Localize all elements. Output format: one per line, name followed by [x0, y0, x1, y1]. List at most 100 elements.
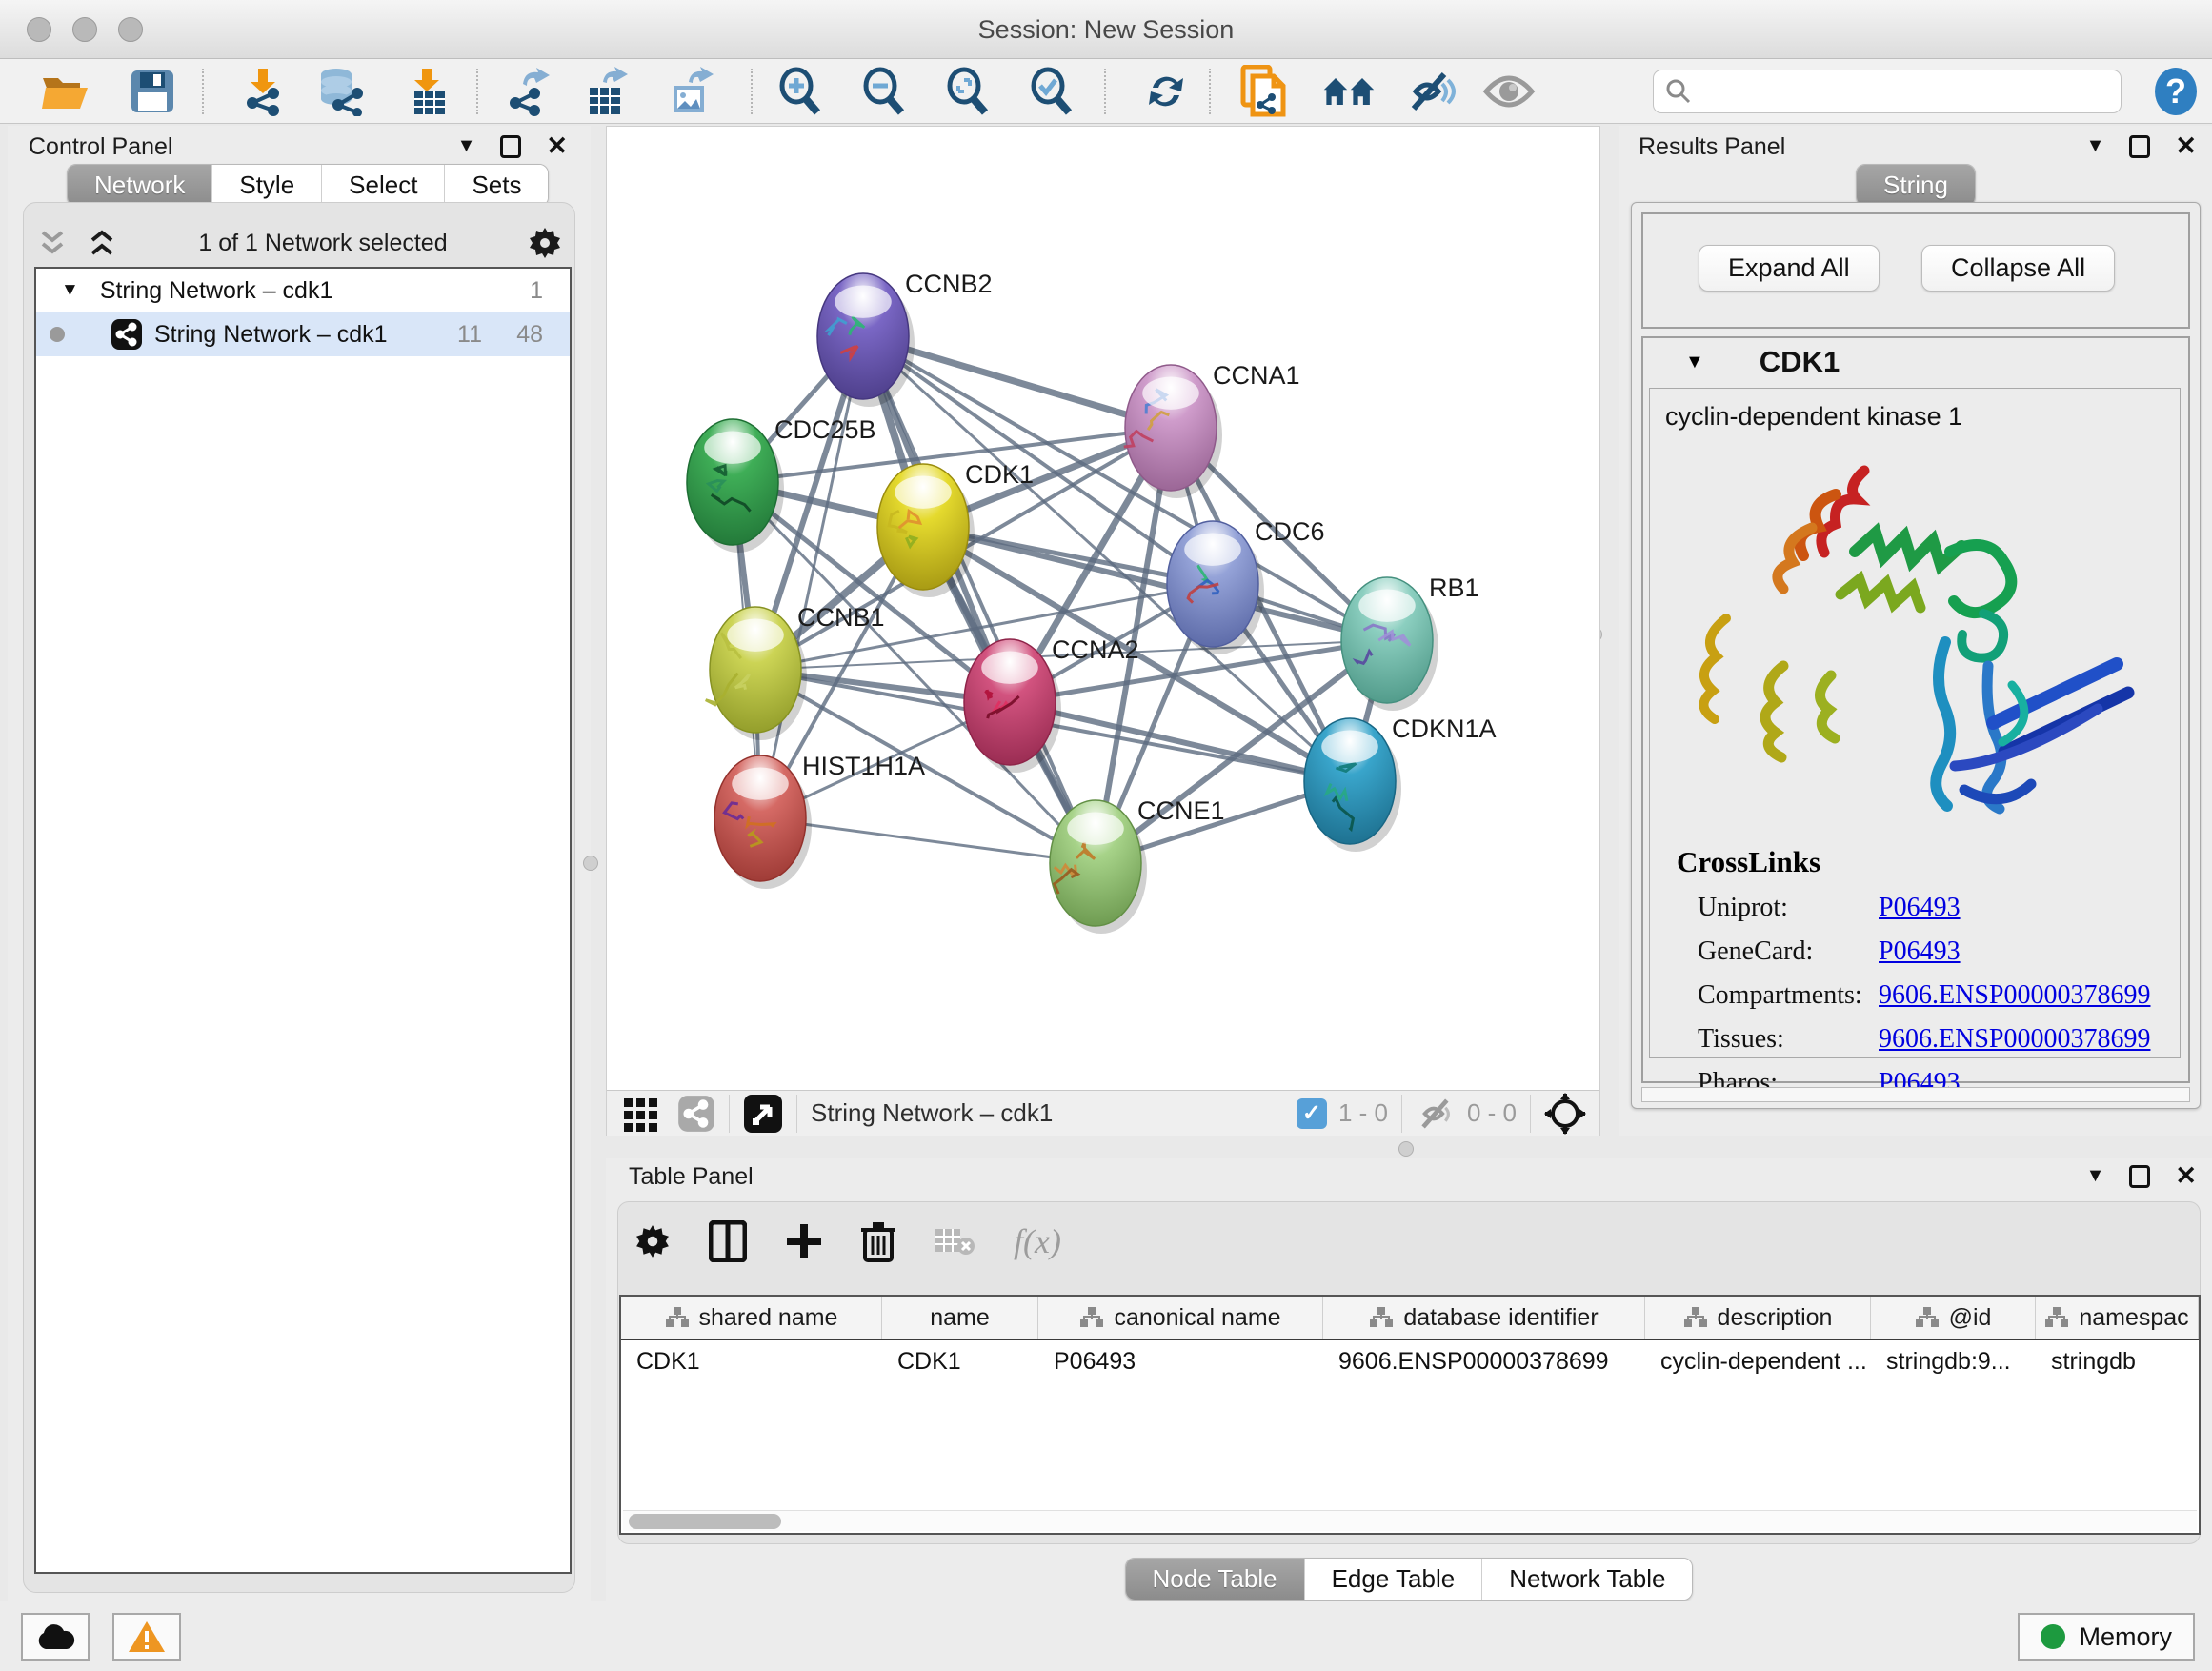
crosslink-link[interactable]: P06493: [1879, 893, 1961, 923]
network-node-CCNE1[interactable]: CCNE1: [1050, 796, 1225, 934]
close-panel-icon[interactable]: ✕: [2175, 131, 2197, 161]
network-collection-row[interactable]: ▼ String Network – cdk1 1: [36, 269, 570, 312]
network-node-CDKN1A[interactable]: CDKN1A: [1304, 715, 1497, 852]
network-canvas[interactable]: CCNB2CCNA1CDC25BCDK1CDC6RB1CCNB1CCNA2CDK…: [607, 127, 1599, 1090]
column-header-database-identifier[interactable]: database identifier: [1323, 1297, 1645, 1339]
table-gear-icon[interactable]: [634, 1223, 671, 1259]
table-row[interactable]: CDK1CDK1P064939606.ENSP00000378699cyclin…: [621, 1340, 2199, 1382]
tab-node-table[interactable]: Node Table: [1126, 1559, 1305, 1600]
network-node-RB1[interactable]: RB1: [1341, 574, 1479, 711]
show-eye-icon[interactable]: [1482, 67, 1536, 116]
results-horizontal-scrollbar[interactable]: [1641, 1087, 2190, 1102]
expand-all-icon[interactable]: [86, 229, 118, 257]
tab-edge-table[interactable]: Edge Table: [1305, 1559, 1483, 1600]
panel-menu-icon[interactable]: ▼: [457, 135, 476, 157]
birdseye-view-icon[interactable]: [743, 1094, 783, 1134]
warning-status-button[interactable]: [112, 1613, 181, 1661]
float-panel-icon[interactable]: [2129, 135, 2150, 158]
expand-all-button[interactable]: Expand All: [1699, 245, 1880, 292]
panel-menu-icon[interactable]: ▼: [2086, 135, 2105, 157]
tab-network-table[interactable]: Network Table: [1482, 1559, 1692, 1600]
protein-section-header[interactable]: ▼ CDK1: [1643, 338, 2188, 386]
edge-CCNB2-CCNE1[interactable]: [863, 336, 1096, 863]
left-splitter-handle[interactable]: [583, 856, 598, 871]
node-label-CDC6: CDC6: [1255, 517, 1325, 546]
column-header-shared-name[interactable]: shared name: [621, 1297, 882, 1339]
delete-column-icon[interactable]: [861, 1220, 895, 1262]
hidden-eye-slash-icon[interactable]: [1416, 1097, 1458, 1130]
zoom-selected-icon[interactable]: [1025, 67, 1078, 116]
cloud-status-button[interactable]: [21, 1613, 90, 1661]
network-node-CCNB2[interactable]: CCNB2: [817, 270, 993, 407]
network-node-HIST1H1A[interactable]: HIST1H1A: [714, 752, 925, 889]
collection-expander-icon[interactable]: ▼: [61, 280, 79, 301]
table-cell[interactable]: cyclin-dependent ...: [1645, 1340, 1871, 1382]
export-network-icon[interactable]: [503, 67, 556, 116]
column-header--id[interactable]: @id: [1871, 1297, 2036, 1339]
search-box[interactable]: [1653, 70, 2122, 113]
tab-sets[interactable]: Sets: [445, 165, 548, 206]
string-home-icon[interactable]: [1322, 67, 1376, 116]
grid-view-icon[interactable]: [622, 1095, 660, 1133]
selected-checkbox-icon[interactable]: ✓: [1297, 1098, 1327, 1129]
add-column-icon[interactable]: [785, 1222, 823, 1260]
crosslink-link[interactable]: 9606.ENSP00000378699: [1879, 980, 2150, 1011]
network-row-selected[interactable]: String Network – cdk1 11 48: [36, 312, 570, 356]
crosslink-link[interactable]: P06493: [1879, 936, 1961, 967]
edge-CCNB2-HIST1H1A[interactable]: [760, 336, 863, 818]
open-session-icon[interactable]: [38, 67, 91, 116]
search-input[interactable]: [1692, 78, 2101, 105]
tab-string[interactable]: String: [1857, 165, 1975, 206]
function-builder-icon[interactable]: f(x): [1014, 1221, 1061, 1261]
node-label-CCNA1: CCNA1: [1213, 361, 1300, 390]
show-columns-icon[interactable]: [709, 1220, 747, 1262]
refresh-layout-icon[interactable]: [1139, 67, 1193, 116]
horizontal-splitter-handle[interactable]: [1398, 1141, 1414, 1157]
table-cell[interactable]: stringdb:9...: [1871, 1340, 2036, 1382]
tab-network[interactable]: Network: [68, 165, 212, 206]
gear-icon[interactable]: [528, 226, 562, 260]
crosslink-link[interactable]: 9606.ENSP00000378699: [1879, 1024, 2150, 1055]
float-panel-icon[interactable]: [2129, 1165, 2150, 1188]
zoom-out-icon[interactable]: [857, 67, 911, 116]
network-view-share-icon[interactable]: [677, 1095, 715, 1133]
zoom-in-icon[interactable]: [774, 67, 827, 116]
zoom-fit-icon[interactable]: [941, 67, 995, 116]
hide-results-icon[interactable]: [1404, 67, 1458, 116]
table-cell[interactable]: CDK1: [621, 1340, 882, 1382]
column-header-description[interactable]: description: [1645, 1297, 1871, 1339]
save-session-icon[interactable]: [126, 67, 179, 116]
string-pages-icon[interactable]: [1237, 67, 1290, 116]
table-cell[interactable]: P06493: [1038, 1340, 1323, 1382]
tab-select[interactable]: Select: [322, 165, 445, 206]
export-table-icon[interactable]: [581, 67, 634, 116]
export-image-icon[interactable]: [665, 67, 718, 116]
table-body: CDK1CDK1P064939606.ENSP00000378699cyclin…: [621, 1340, 2199, 1382]
collapse-all-icon[interactable]: [36, 229, 69, 257]
table-cell[interactable]: stringdb: [2036, 1340, 2199, 1382]
help-button[interactable]: ?: [2151, 67, 2201, 116]
import-table-icon[interactable]: [402, 67, 455, 116]
collapse-all-button[interactable]: Collapse All: [1921, 245, 2115, 292]
float-panel-icon[interactable]: [500, 135, 521, 158]
network-node-CDC6[interactable]: CDC6: [1167, 517, 1325, 654]
network-node-CCNA1[interactable]: CCNA1: [1124, 361, 1300, 498]
table-cell[interactable]: 9606.ENSP00000378699: [1323, 1340, 1645, 1382]
network-node-CCNB1[interactable]: CCNB1: [706, 603, 885, 740]
panel-menu-icon[interactable]: ▼: [2086, 1165, 2105, 1187]
fit-content-crosshair-icon[interactable]: [1544, 1093, 1586, 1135]
protein-expander-icon[interactable]: ▼: [1685, 352, 1704, 373]
close-panel-icon[interactable]: ✕: [546, 131, 568, 161]
column-header-namespac[interactable]: namespac: [2036, 1297, 2199, 1339]
column-header-name[interactable]: name: [882, 1297, 1038, 1339]
tab-style[interactable]: Style: [212, 165, 322, 206]
table-cell[interactable]: CDK1: [882, 1340, 1038, 1382]
import-network-from-database-icon[interactable]: [314, 67, 368, 116]
import-network-icon[interactable]: [236, 67, 290, 116]
scrollbar-thumb[interactable]: [629, 1514, 781, 1529]
delete-table-icon[interactable]: [934, 1225, 975, 1258]
table-horizontal-scrollbar[interactable]: [623, 1510, 2197, 1531]
close-panel-icon[interactable]: ✕: [2175, 1161, 2197, 1191]
column-header-canonical-name[interactable]: canonical name: [1038, 1297, 1323, 1339]
memory-button[interactable]: Memory: [2018, 1613, 2195, 1661]
